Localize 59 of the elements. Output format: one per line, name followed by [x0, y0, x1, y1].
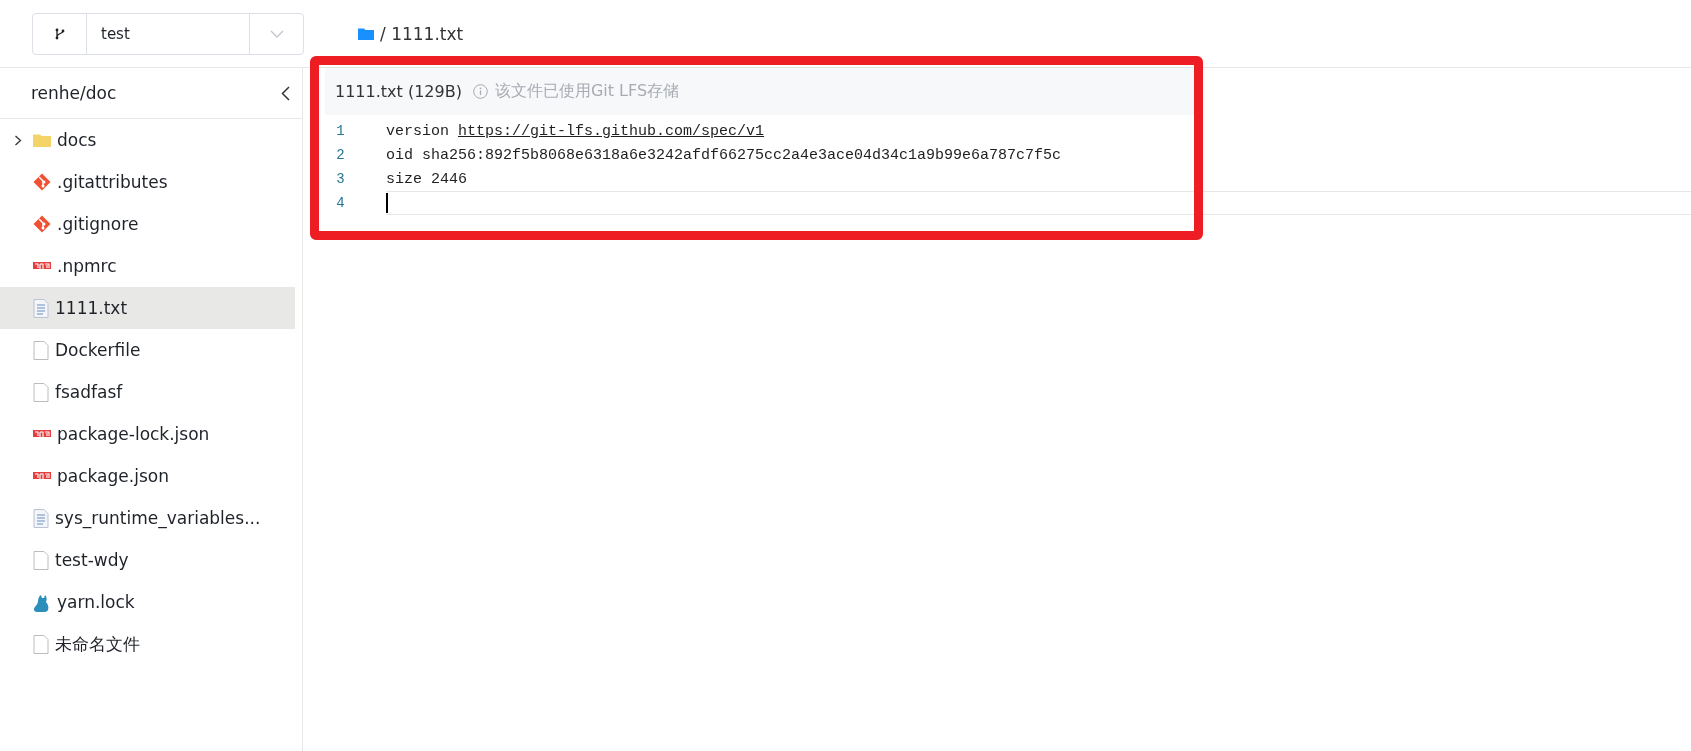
npm-icon	[33, 262, 51, 270]
code-link[interactable]: https://git-lfs.github.com/spec/v1	[458, 122, 765, 140]
line-number: 4	[335, 194, 346, 213]
branch-selector[interactable]: test	[32, 12, 304, 55]
chevron-icon[interactable]	[14, 134, 23, 146]
breadcrumb-path: / 1111.txt	[380, 23, 464, 44]
git-icon	[33, 215, 51, 233]
file-tree-item[interactable]: package.json	[0, 455, 295, 497]
file-tree-item[interactable]: docs	[0, 119, 295, 161]
branch-icon	[54, 27, 65, 40]
code-line: oid sha256:892f5b8068e6318a6e3242afdf66275cc2a4e3ace04d34c1a9b99e6a787c7f5c	[386, 146, 1062, 164]
file-icon	[33, 340, 49, 360]
chevron-down-icon	[269, 29, 284, 38]
file-tree-item[interactable]: fsadfasf	[0, 371, 295, 413]
file-title: 1111.txt (129B)	[335, 82, 462, 101]
file-tree-item[interactable]: Dockerfile	[0, 329, 295, 371]
file-name: 未命名文件	[55, 632, 140, 656]
file-icon	[33, 634, 49, 654]
info-icon	[472, 84, 488, 99]
collapse-icon[interactable]	[281, 85, 290, 101]
file-name: yarn.lock	[57, 592, 135, 612]
text-file-icon	[33, 298, 49, 318]
file-icon	[33, 382, 49, 402]
branch-name: test	[100, 23, 131, 45]
folder-icon	[358, 27, 374, 40]
file-name: .gitignore	[57, 214, 139, 234]
file-tree-item[interactable]: .gitattributes	[0, 161, 295, 203]
lfs-notice: 该文件已使用Git LFS存储	[494, 81, 680, 102]
repository-path: renhe/doc	[31, 83, 117, 103]
file-name: docs	[57, 130, 97, 150]
file-name: package.json	[57, 466, 169, 486]
folder-icon	[33, 133, 51, 147]
file-tree-item[interactable]: sys_runtime_variables...	[0, 497, 295, 539]
file-name: .npmrc	[57, 256, 117, 276]
file-name: fsadfasf	[55, 382, 123, 402]
file-icon	[33, 550, 49, 570]
file-name: package-lock.json	[57, 424, 210, 444]
file-name: test-wdy	[55, 550, 129, 570]
file-name: 1111.txt	[55, 298, 128, 318]
file-name: .gitattributes	[57, 172, 168, 192]
line-number: 1	[335, 122, 346, 141]
code-line: version https://git-lfs.github.com/spec/v1	[386, 122, 765, 140]
file-tree-item[interactable]: test-wdy	[0, 539, 295, 581]
file-tree-item[interactable]: package-lock.json	[0, 413, 295, 455]
file-tree-item[interactable]: yarn.lock	[0, 581, 295, 623]
file-tree-item[interactable]: .gitignore	[0, 203, 295, 245]
file-tree-item[interactable]: .npmrc	[0, 245, 295, 287]
code-line: size 2446	[386, 170, 467, 188]
file-name: sys_runtime_variables...	[55, 508, 261, 528]
text-cursor	[386, 193, 388, 213]
line-number: 3	[335, 170, 346, 189]
file-name: Dockerfile	[55, 340, 141, 360]
text-file-icon	[33, 508, 49, 528]
npm-icon	[33, 472, 51, 480]
line-number: 2	[335, 146, 346, 165]
git-icon	[33, 173, 51, 191]
file-tree-item[interactable]: 1111.txt	[0, 287, 295, 329]
file-tree-item[interactable]: 未命名文件	[0, 623, 295, 665]
npm-icon	[33, 430, 51, 438]
